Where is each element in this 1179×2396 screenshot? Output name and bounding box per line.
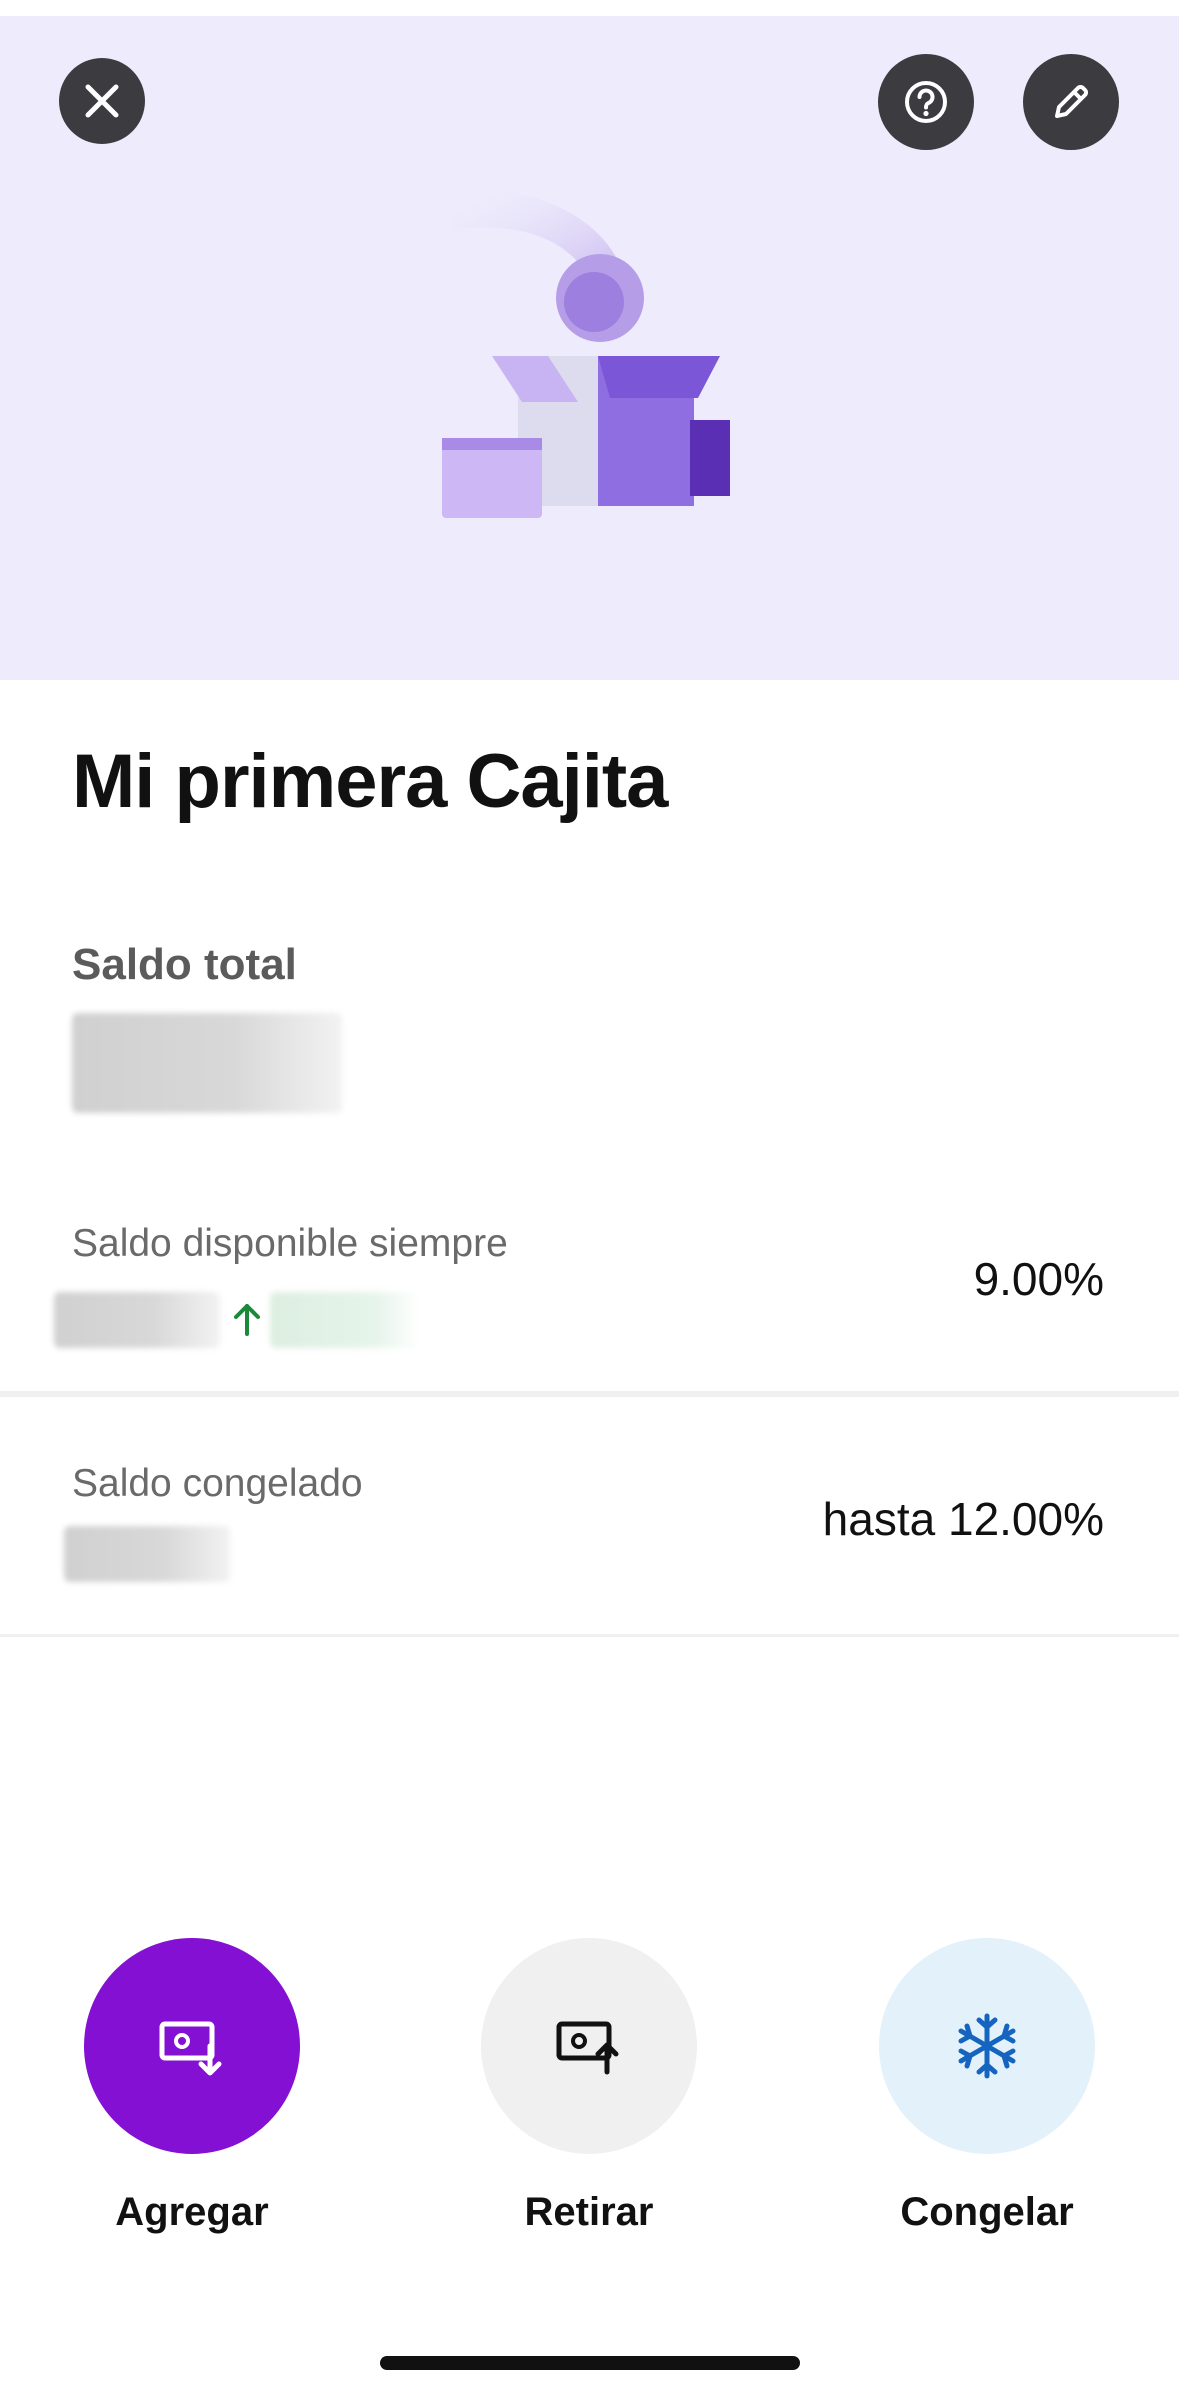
divider bbox=[0, 1634, 1179, 1637]
available-gain-value-hidden bbox=[270, 1292, 420, 1348]
frozen-balance-label: Saldo congelado bbox=[72, 1462, 363, 1505]
home-indicator[interactable] bbox=[380, 2356, 800, 2370]
savings-box-illustration bbox=[442, 189, 730, 518]
withdraw-button[interactable] bbox=[481, 1938, 697, 2154]
arrow-up-icon bbox=[234, 1304, 260, 1336]
status-bar-strip bbox=[0, 0, 1179, 16]
total-balance-label: Saldo total bbox=[72, 940, 297, 989]
add-button[interactable] bbox=[84, 1938, 300, 2154]
add-button-label[interactable]: Agregar bbox=[42, 2190, 342, 2235]
frozen-rate: hasta 12.00% bbox=[822, 1493, 1104, 1545]
withdraw-button-label[interactable]: Retirar bbox=[439, 2190, 739, 2235]
total-balance-value-hidden bbox=[72, 1013, 342, 1113]
page-title: Mi primera Cajita bbox=[72, 739, 668, 824]
help-button[interactable] bbox=[878, 54, 974, 150]
frozen-balance-value-hidden bbox=[64, 1526, 230, 1582]
close-button[interactable] bbox=[59, 58, 145, 144]
freeze-button[interactable] bbox=[879, 1938, 1095, 2154]
freeze-button-label[interactable]: Congelar bbox=[837, 2190, 1137, 2235]
help-icon bbox=[905, 81, 947, 123]
pencil-icon bbox=[1055, 84, 1089, 118]
edit-button[interactable] bbox=[1023, 54, 1119, 150]
available-balance-label: Saldo disponible siempre bbox=[72, 1222, 508, 1265]
available-balance-value-hidden bbox=[54, 1292, 220, 1348]
snowflake-icon bbox=[958, 2013, 1016, 2079]
deposit-icon bbox=[159, 2021, 222, 2076]
hero-banner bbox=[0, 0, 1179, 680]
available-rate: 9.00% bbox=[973, 1253, 1104, 1305]
divider bbox=[0, 1391, 1179, 1397]
close-icon bbox=[85, 84, 119, 118]
withdraw-icon bbox=[556, 2021, 619, 2075]
